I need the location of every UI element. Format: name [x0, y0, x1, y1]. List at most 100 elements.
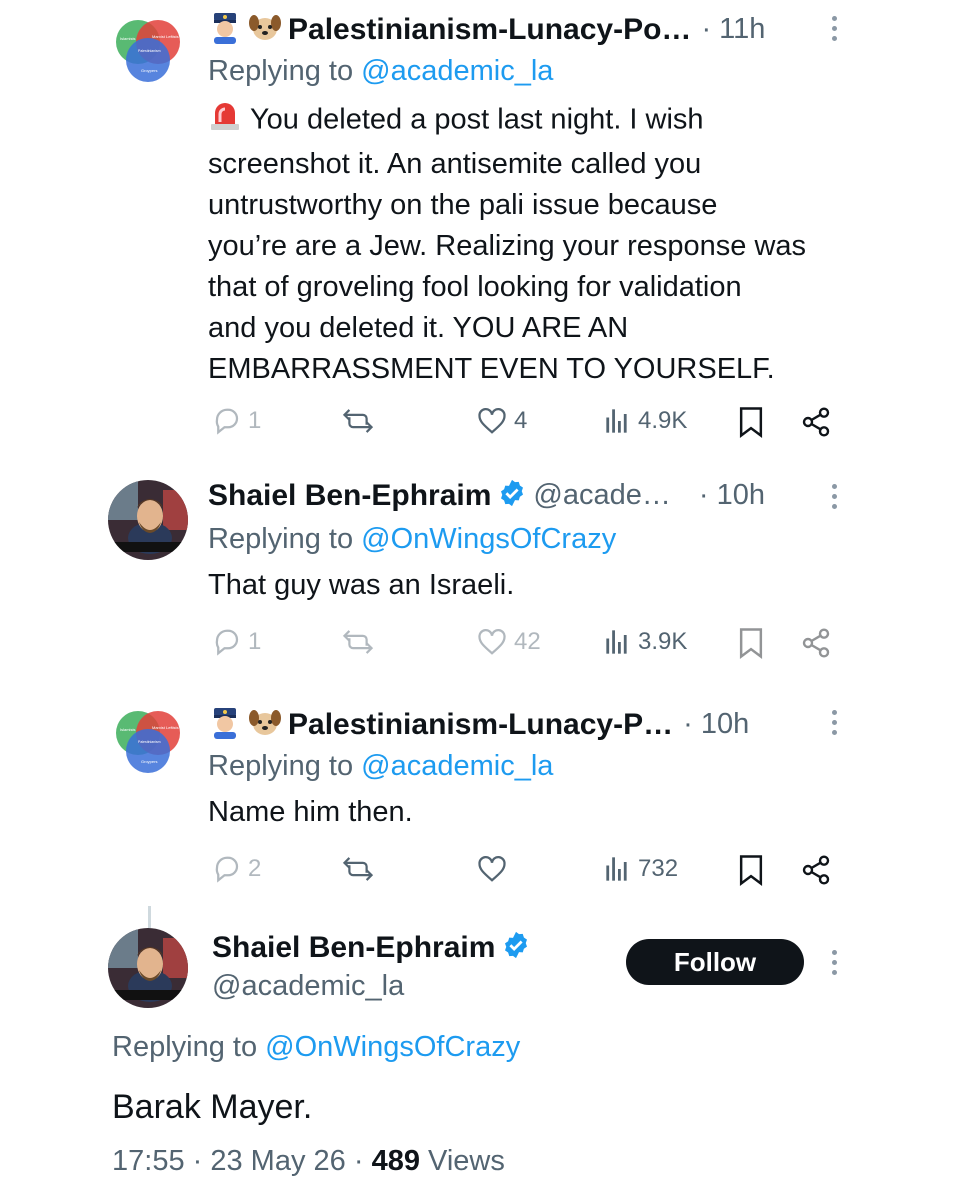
tweet-line: EMBARRASSMENT EVEN TO YOURSELF.: [208, 353, 775, 385]
timestamp[interactable]: · 11h: [701, 13, 765, 46]
avatar-venn[interactable]: Islamists Marxist Leftists Palestinianis…: [108, 12, 188, 92]
tweet-text: Name him then.: [208, 796, 413, 828]
retweet-button[interactable]: [342, 854, 374, 884]
tweet-text: Barak Mayer.: [112, 1088, 313, 1126]
mention-link[interactable]: @academic_la: [361, 750, 553, 782]
separator: ·: [192, 1145, 211, 1177]
like-button[interactable]: 42: [476, 627, 541, 657]
mention-link[interactable]: @OnWingsOfCrazy: [361, 523, 616, 555]
replying-prefix: Replying to: [208, 523, 362, 555]
share-icon: [800, 854, 832, 886]
share-icon: [800, 406, 832, 438]
views-count: 4.9K: [638, 407, 688, 434]
replying-prefix: Replying to: [112, 1031, 266, 1063]
reply-icon: [212, 854, 242, 884]
author-name[interactable]: Shaiel Ben-Ephraim: [208, 479, 491, 513]
more-dots-icon[interactable]: [831, 16, 837, 41]
like-icon: [476, 627, 508, 657]
tweet-line: untrustworthy on the pali issue because: [208, 189, 718, 221]
avatar-label-center: Palestinianism: [138, 49, 161, 53]
bookmark-icon: [737, 627, 765, 659]
tweet-header: Shaiel Ben-Ephraim @acade… · 10h: [208, 478, 765, 513]
reply-count: 1: [248, 628, 262, 655]
reply-icon: [212, 627, 242, 657]
tweet-line-text: You deleted a post last night. I wish: [250, 103, 704, 136]
mention-link[interactable]: @academic_la: [361, 55, 553, 87]
replying-to: Replying to @academic_la: [208, 55, 553, 88]
replying-prefix: Replying to: [208, 750, 362, 782]
like-count: 4: [514, 407, 528, 434]
reply-count: 2: [248, 855, 262, 882]
views-icon: [604, 627, 632, 657]
dog-emoji-icon: [248, 10, 282, 49]
views-count: 732: [638, 855, 679, 882]
handle[interactable]: @acade…: [533, 479, 670, 512]
tweet-line: You deleted a post last night. I wish: [208, 98, 888, 144]
reply-button[interactable]: 2: [212, 854, 261, 884]
siren-emoji-icon: [208, 98, 242, 144]
replying-to: Replying to @academic_la: [208, 750, 553, 783]
share-icon: [800, 627, 832, 659]
separator: ·: [353, 1145, 372, 1177]
views-button[interactable]: 732: [604, 854, 678, 884]
thread-connector-line: [148, 906, 151, 928]
views-label: Views: [428, 1145, 505, 1177]
views-button[interactable]: 4.9K: [604, 406, 687, 436]
retweet-button[interactable]: [342, 406, 374, 436]
handle[interactable]: @academic_la: [212, 970, 404, 1003]
reply-button[interactable]: 1: [212, 406, 261, 436]
follow-button[interactable]: Follow: [626, 939, 804, 985]
tweet-line: and you deleted it. YOU ARE AN: [208, 312, 629, 344]
share-button[interactable]: [800, 406, 832, 438]
timestamp[interactable]: · 10h: [699, 479, 765, 512]
bookmark-button[interactable]: [737, 854, 765, 886]
avatar-label-right: Marxist Leftists: [152, 725, 179, 730]
avatar-label-bottom: Groypers: [141, 759, 157, 764]
reply-count: 1: [248, 407, 262, 434]
more-dots-icon[interactable]: [831, 484, 837, 509]
bookmark-icon: [737, 854, 765, 886]
replying-to: Replying to @OnWingsOfCrazy: [208, 523, 616, 556]
tweet-header: Palestinianism-Lunacy-Po… · 11h: [208, 10, 765, 49]
like-count: 42: [514, 628, 541, 655]
views-count: 489: [371, 1145, 420, 1177]
like-button[interactable]: 4: [476, 406, 527, 436]
retweet-button[interactable]: [342, 627, 374, 657]
views-icon: [604, 406, 632, 436]
reply-button[interactable]: 1: [212, 627, 261, 657]
author-name[interactable]: Shaiel Ben-Ephraim: [212, 931, 495, 965]
mention-link[interactable]: @OnWingsOfCrazy: [265, 1031, 520, 1063]
like-icon: [476, 406, 508, 436]
more-dots-icon[interactable]: [831, 950, 837, 975]
author-name[interactable]: Palestinianism-Lunacy-Po…: [288, 13, 691, 47]
author-name[interactable]: Palestinianism-Lunacy-P…: [288, 708, 673, 742]
avatar-label-left: Islamists: [120, 727, 136, 732]
bookmark-icon: [737, 406, 765, 438]
like-icon: [476, 854, 508, 884]
share-button[interactable]: [800, 854, 832, 886]
bookmark-button[interactable]: [737, 627, 765, 659]
tweet-time[interactable]: 17:55: [112, 1145, 185, 1177]
share-button[interactable]: [800, 627, 832, 659]
avatar-venn[interactable]: Islamists Marxist Leftists Palestinianis…: [108, 703, 188, 783]
like-button[interactable]: [476, 854, 514, 884]
avatar-label-center: Palestinianism: [138, 740, 161, 744]
tweet-date[interactable]: 23 May 26: [210, 1145, 345, 1177]
retweet-icon: [342, 627, 374, 657]
replying-prefix: Replying to: [208, 55, 362, 87]
retweet-icon: [342, 854, 374, 884]
avatar-shaiel[interactable]: [108, 480, 188, 560]
views-count: 3.9K: [638, 628, 688, 655]
retweet-icon: [342, 406, 374, 436]
bookmark-button[interactable]: [737, 406, 765, 438]
avatar-shaiel[interactable]: [108, 928, 188, 1008]
police-emoji-icon: [208, 10, 242, 49]
replying-to: Replying to @OnWingsOfCrazy: [112, 1031, 520, 1064]
avatar-label-bottom: Groypers: [141, 68, 157, 73]
author-row: Shaiel Ben-Ephraim: [212, 930, 537, 965]
dog-emoji-icon: [248, 705, 282, 744]
tweet-text: That guy was an Israeli.: [208, 569, 515, 601]
timestamp[interactable]: · 10h: [683, 708, 749, 741]
more-dots-icon[interactable]: [831, 710, 837, 735]
views-button[interactable]: 3.9K: [604, 627, 687, 657]
